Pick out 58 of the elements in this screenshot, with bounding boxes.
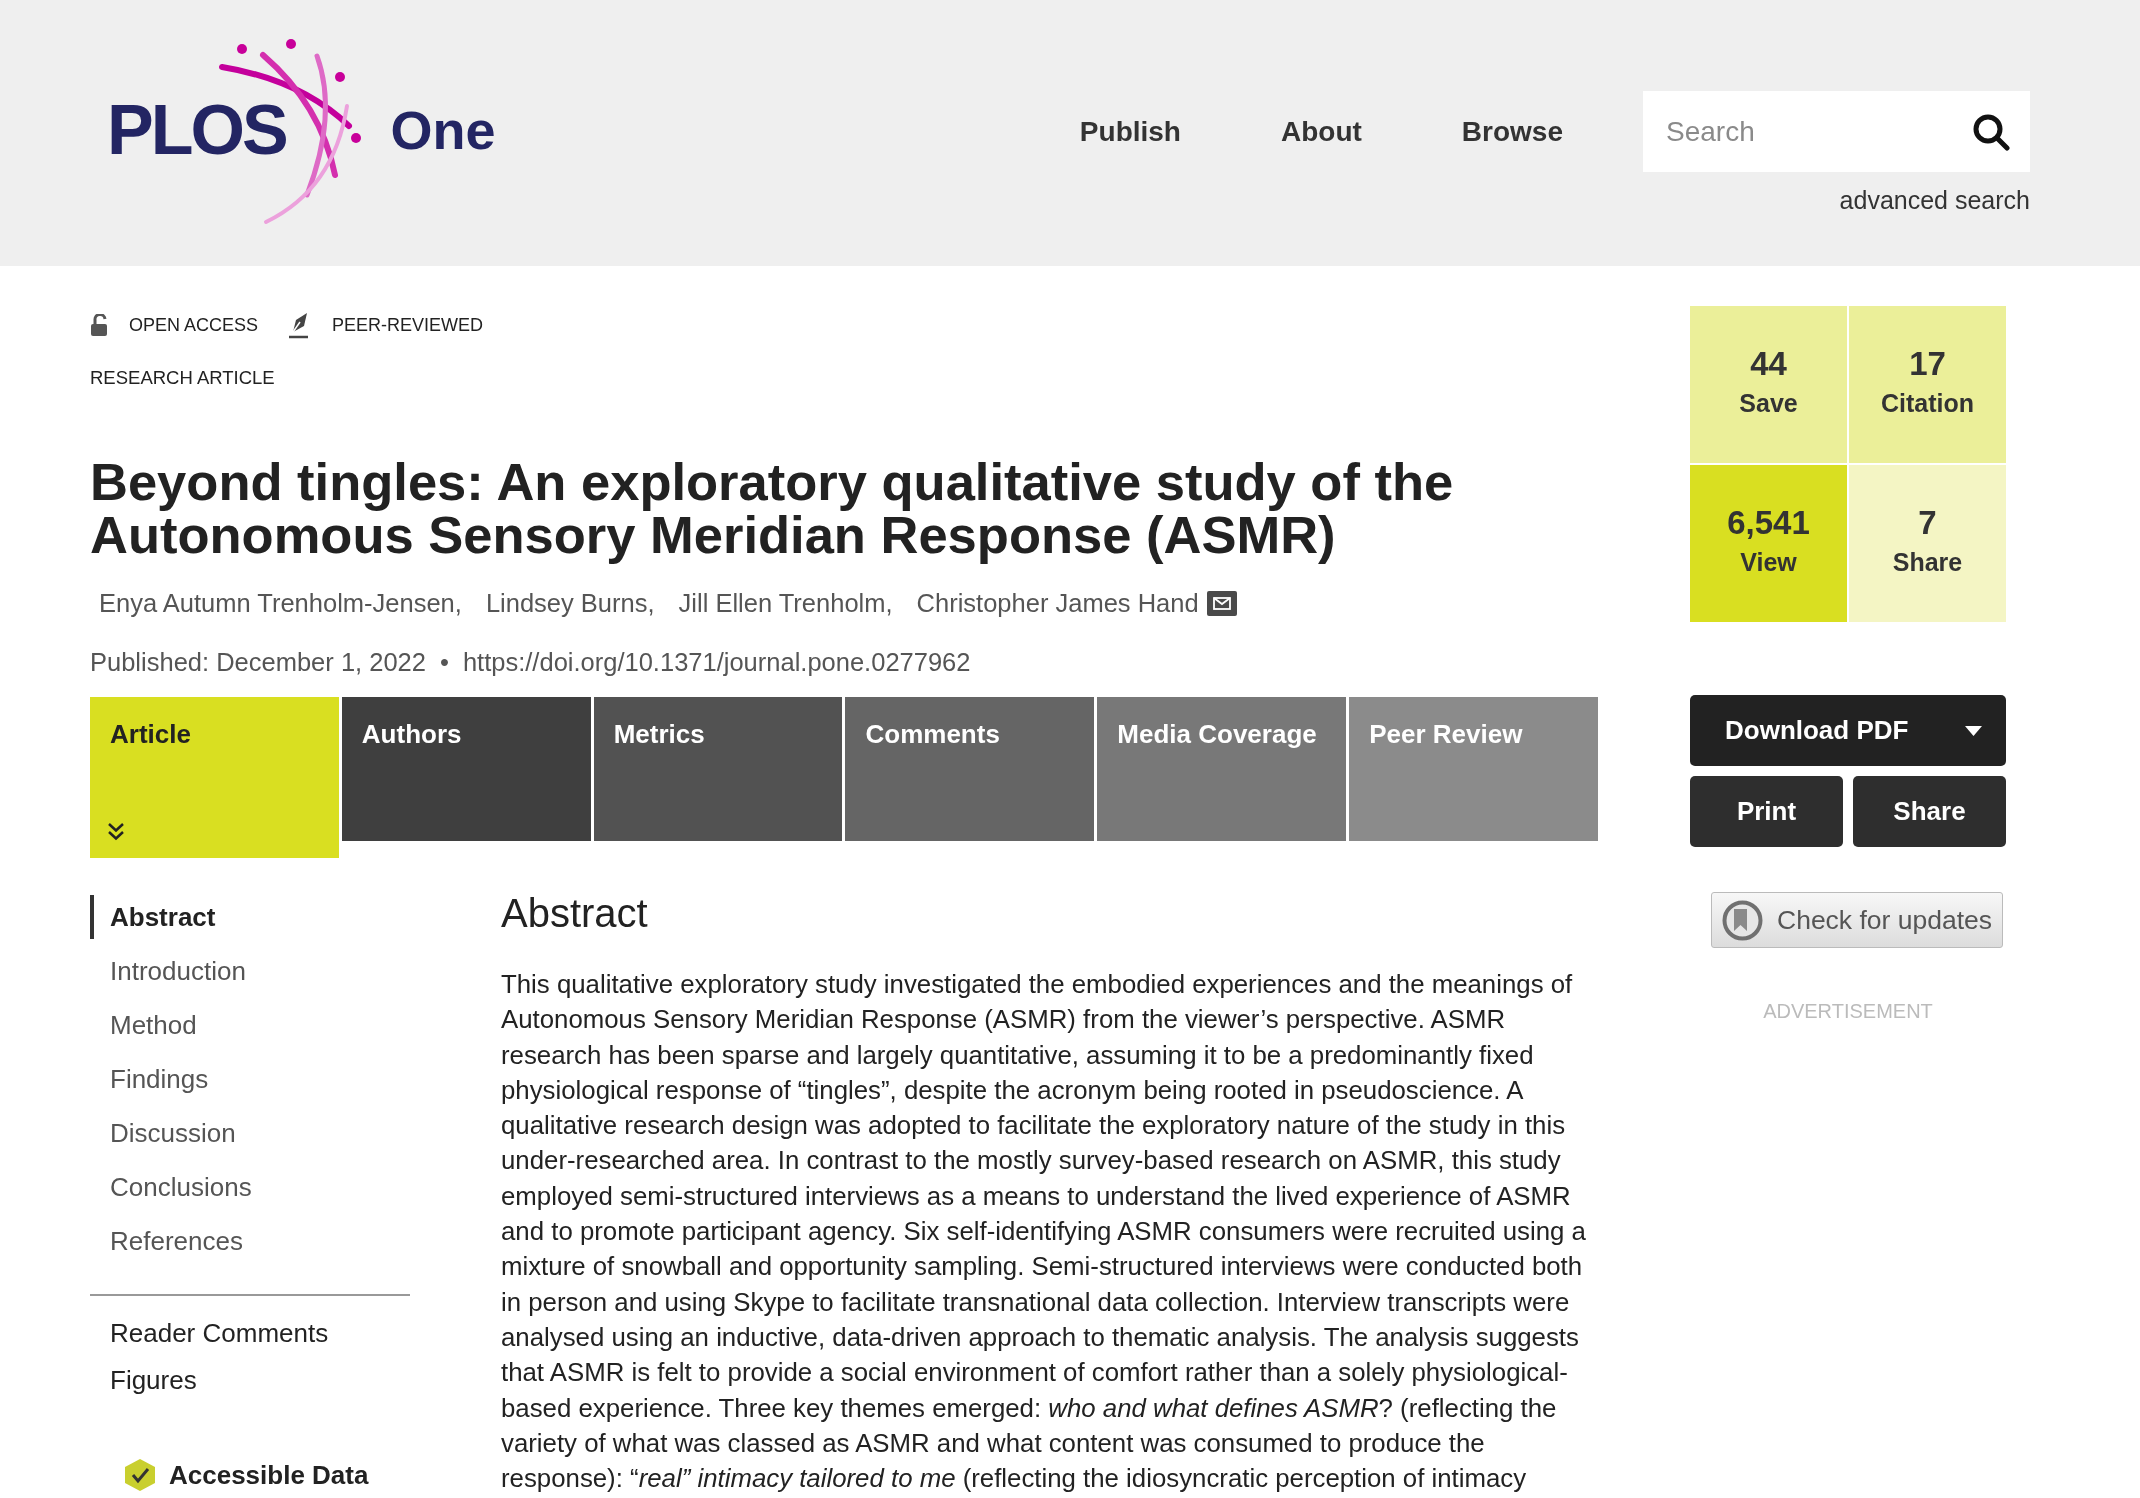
author-link[interactable]: Christopher James Hand [916,588,1199,618]
advanced-search-link[interactable]: advanced search [1839,186,2030,215]
author-link[interactable]: Jill Ellen Trenholm, [678,588,893,618]
bullet-separator: • [439,647,449,677]
search-field[interactable]: Search [1643,91,2030,172]
article-tab[interactable]: Media Coverage [1097,697,1347,841]
download-pdf-button[interactable]: Download PDF [1690,695,2006,766]
sidebar-item[interactable]: Introduction [90,949,410,993]
article-tab[interactable]: Comments [845,697,1095,841]
metric-tile[interactable]: 44 Save [1690,306,1847,463]
search-icon[interactable] [1972,113,2010,151]
hexagon-check-icon [123,1458,157,1492]
envelope-icon[interactable] [1206,590,1237,616]
logo-text: One [390,103,496,157]
metric-label: View [1740,547,1797,577]
action-button[interactable]: Print [1690,776,1843,847]
metric-label: Citation [1880,388,1974,418]
metric-tile[interactable]: 6,541 View [1690,465,1847,622]
article-tab[interactable]: Article [90,697,339,858]
sidebar-item[interactable]: References [90,1219,410,1263]
double-chevron-down-icon [106,822,126,841]
sidebar-item[interactable]: Discussion [90,1111,410,1155]
author-link[interactable]: Enya Autumn Trenholm-Jensen, [99,588,462,618]
article-tab[interactable]: Metrics [593,697,843,841]
sidebar-item[interactable]: Conclusions [90,1165,410,1209]
open-access-label: OPEN ACCESS [129,314,259,336]
accessible-data-link[interactable]: Accessible Data [169,1458,369,1492]
article-tab[interactable]: Authors [341,697,591,841]
abstract-heading: Abstract [501,890,648,936]
metric-value: 44 [1750,345,1787,383]
metric-value: 7 [1918,504,1937,542]
metric-label: Share [1892,547,1963,577]
abstract-text: This qualitative exploratory study investigated the embodied experiences and the meanings of Autonomous Sensory Meridian Response (ASMR) from the viewer’s perspective. ASMR research has been sparse and largely quantitative, assuming it to be a predominantly fixed physiological response of “tingles”, despite the acronym being rooted in pseudoscience. A qualitative research design was adopted to facilitate the exploratory nature of the study in this under-researched area. In contrast to the mostly survey-based research on ASMR, this study employed semi-structured interviews as a means to understand the lived experience of ASMR and to promote participant agency. Six self-identifying ASMR consumers were recruited using a mixture of snowball and opportunity sampling. Semi-structured interviews were conducted both in person and using Skype to facilitate transnational data collection. Interview transcripts were analysed using an inductive, data-driven approach to thematic analysis. The analysis suggests that ASMR is felt to provide a social environment of comfort rather than a solely physiological-based experience. Three key themes emerged: who and what defines ASMR? (reflecting the variety of what was classed as ASMR and what content was consumed to produce the response): “real” intimacy tailored to me (reflecting the idiosyncratic perception of intimacy [501,969,1587,1495]
nav-link[interactable]: Browse [1461,114,1563,149]
metric-value: 6,541 [1727,504,1810,542]
sidebar-link[interactable]: Reader Comments [110,1316,329,1350]
nav-link[interactable]: About [1281,114,1362,149]
action-button[interactable]: Share [1853,776,2006,847]
metric-value: 17 [1909,345,1946,383]
sidebar-link[interactable]: Figures [110,1363,197,1397]
metric-label: Save [1739,388,1798,418]
sidebar-item[interactable]: Method [90,1003,410,1047]
padlock-icon [90,314,109,336]
advertisement-label: ADVERTISEMENT [1763,999,1933,1023]
peer-reviewed-label: PEER-REVIEWED [332,314,484,336]
caret-icon [1965,725,1982,736]
sidebar-item[interactable]: Findings [90,1057,410,1101]
sidebar-item[interactable]: Abstract [90,895,410,939]
logo-text: PLOS [107,95,286,165]
article-type-label: RESEARCH ARTICLE [90,367,275,389]
publication-date: Published: December 1, 2022 [90,647,426,677]
doi-link[interactable]: https://doi.org/10.1371/journal.pone.0277962 [462,647,971,677]
nav-link[interactable]: Publish [1079,114,1181,149]
check-for-updates-button[interactable]: Check for updates [1711,892,2003,948]
bookmark-ring-icon [1722,899,1763,941]
metric-tile[interactable]: 17 Citation [1849,306,2006,463]
metric-tile[interactable]: 7 Share [1849,465,2006,622]
author-link[interactable]: Lindsey Burns, [485,588,655,618]
